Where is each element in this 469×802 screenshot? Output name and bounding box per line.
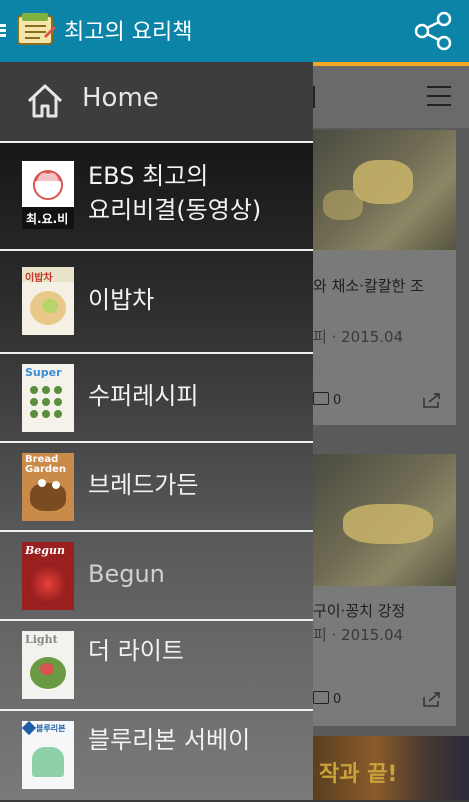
drawer-item-blue-ribbon[interactable]: 블루리본 블루리본 서베이 xyxy=(0,709,313,802)
comment-count-value: 0 xyxy=(333,393,342,408)
blue-ribbon-thumbnail: 블루리본 xyxy=(22,721,74,789)
home-icon xyxy=(27,84,63,118)
comment-count[interactable]: 0 xyxy=(313,691,341,707)
bread-garden-thumbnail: Bread Garden xyxy=(22,453,74,521)
begun-thumbnail: Begun xyxy=(22,542,74,610)
recipe-book-icon[interactable] xyxy=(16,12,56,48)
recipe-meta: 피 · 2015.04 xyxy=(313,626,404,644)
drawer-item-label-line: EBS 최고의 xyxy=(88,162,209,190)
thumb-text: 이밥차 xyxy=(25,273,53,284)
thumb-text: 블루리본 xyxy=(36,724,66,733)
hamburger-menu-icon[interactable] xyxy=(427,86,451,108)
ebs-thumbnail: 최.요.비 xyxy=(22,161,74,229)
recipe-card[interactable]: 와 채소·칼칼한 조 피 · 2015.04 0 xyxy=(313,130,456,425)
recipe-title: 와 채소·칼칼한 조 xyxy=(313,277,424,295)
comment-icon xyxy=(313,691,329,704)
drawer-item-begun[interactable]: Begun Begun xyxy=(0,530,313,619)
main-content-dimmed: 와 채소·칼칼한 조 피 · 2015.04 0 구이·꽁치 강정 피 · 20… xyxy=(313,66,469,800)
drawer-item-label: 브레드가든 xyxy=(88,471,199,499)
drawer-handle-icon[interactable] xyxy=(0,24,6,38)
the-light-thumbnail: Light xyxy=(22,631,74,699)
app-header: 최고의 요리책 xyxy=(0,0,469,62)
drawer-item-label: Home xyxy=(82,83,159,113)
recipe-image xyxy=(313,454,456,586)
recipe-title: 구이·꽁치 강정 xyxy=(313,602,406,620)
drawer-item-label: 더 라이트 xyxy=(88,637,184,665)
thumb-text: Light xyxy=(25,633,58,646)
ad-text: 작과 끝! xyxy=(319,762,398,787)
drawer-item-super-recipe[interactable]: Super 수퍼레시피 xyxy=(0,352,313,441)
comment-count[interactable]: 0 xyxy=(313,392,341,408)
share-icon[interactable] xyxy=(423,392,441,408)
blue-ribbon-icon xyxy=(22,721,37,736)
drawer-item-ebs[interactable]: 최.요.비 EBS 최고의 요리비결(동영상) xyxy=(0,141,313,249)
drawer-item-the-light[interactable]: Light 더 라이트 xyxy=(0,619,313,709)
thumb-text: Bread Garden xyxy=(25,454,66,475)
comment-count-value: 0 xyxy=(333,692,342,707)
broccoli-grid-icon xyxy=(30,386,62,418)
ibapcha-thumbnail: 이밥차 xyxy=(22,267,74,335)
drawer-item-label: 수퍼레시피 xyxy=(88,382,199,410)
drawer-item-ibapcha[interactable]: 이밥차 이밥차 xyxy=(0,249,313,352)
toolbar-divider xyxy=(313,86,315,108)
drawer-item-label-line: 요리비결(동영상) xyxy=(88,196,262,224)
share-icon[interactable] xyxy=(423,691,441,707)
ebs-thumb-text: 최.요.비 xyxy=(26,212,69,226)
drawer-item-label: 이밥차 xyxy=(88,286,155,314)
app-title: 최고의 요리책 xyxy=(64,20,193,45)
comment-icon xyxy=(313,392,329,405)
drawer-item-label: EBS 최고의 요리비결(동영상) xyxy=(88,159,261,227)
drawer-item-bread-garden[interactable]: Bread Garden 브레드가든 xyxy=(0,441,313,530)
super-recipe-thumbnail: Super xyxy=(22,364,74,432)
recipe-card[interactable]: 구이·꽁치 강정 피 · 2015.04 0 xyxy=(313,454,456,726)
drawer-item-home[interactable]: Home xyxy=(0,62,313,141)
thumb-text: Begun xyxy=(25,544,65,557)
drawer-item-label: 블루리본 서베이 xyxy=(88,726,251,754)
content-toolbar xyxy=(313,66,469,128)
drawer-item-label: Begun xyxy=(88,560,165,588)
recipe-image xyxy=(313,130,456,250)
share-icon[interactable] xyxy=(412,10,454,52)
navigation-drawer: Home 최.요.비 EBS 최고의 요리비결(동영상) 이밥차 이밥차 Sup… xyxy=(0,62,313,800)
ad-banner[interactable]: 작과 끝! xyxy=(313,736,469,800)
recipe-meta: 피 · 2015.04 xyxy=(313,328,404,346)
